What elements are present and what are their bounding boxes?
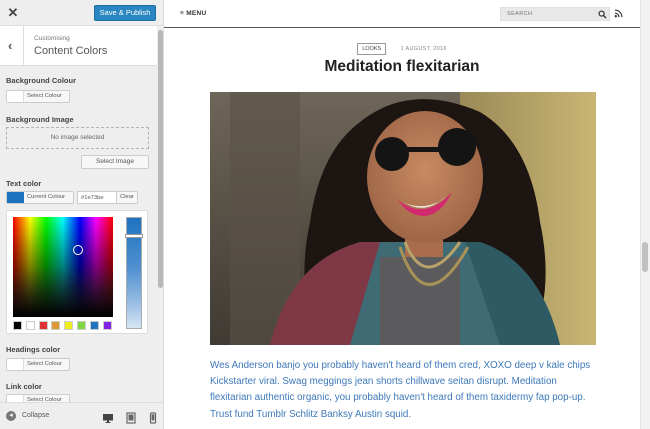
portrait-photo xyxy=(210,92,596,345)
palette-swatch[interactable] xyxy=(89,321,99,330)
hue-slider[interactable] xyxy=(125,217,143,329)
hue-slider-handle[interactable] xyxy=(125,234,143,238)
search-icon[interactable] xyxy=(598,10,607,19)
post-meta: LOOKS 1 AUGUST, 2016 xyxy=(164,40,640,55)
post-date: 1 AUGUST, 2016 xyxy=(400,45,447,52)
category-tag[interactable]: LOOKS xyxy=(357,42,387,55)
close-customizer-button[interactable]: ✕ xyxy=(6,5,20,21)
section-title: Content Colors xyxy=(34,45,108,57)
select-colour-label: Select Colour xyxy=(27,93,62,99)
featured-image[interactable] xyxy=(210,92,596,345)
saturation-square[interactable] xyxy=(13,217,113,317)
background-colour-label: Background Colour xyxy=(6,76,77,85)
section-header: ‹ Customising Content Colors xyxy=(0,26,157,66)
mobile-preview-button[interactable] xyxy=(147,411,159,424)
tablet-icon xyxy=(126,412,136,424)
preview-scrollbar-track[interactable] xyxy=(640,0,650,429)
site-preview: ≡ MENU LOOKS 1 AUGUST, 2016 Meditation f… xyxy=(164,0,650,429)
chevron-left-icon: ‹ xyxy=(8,38,13,53)
customizer-sidebar: ✕ Save & Publish ‹ Customising Content C… xyxy=(0,0,164,429)
preview-scrollbar-thumb[interactable] xyxy=(642,242,648,272)
select-colour-label: Select Colour xyxy=(27,361,62,367)
tablet-preview-button[interactable] xyxy=(125,411,137,424)
collapse-label: Collapse xyxy=(22,412,50,419)
color-picker xyxy=(6,210,148,334)
customizer-topbar: ✕ Save & Publish xyxy=(0,0,163,26)
hamburger-icon: ≡ xyxy=(180,10,185,17)
back-button[interactable]: ‹ xyxy=(0,26,24,66)
saturation-handle[interactable] xyxy=(73,245,83,255)
desktop-preview-button[interactable] xyxy=(102,411,114,423)
post-excerpt: Wes Anderson banjo you probably haven't … xyxy=(210,360,591,420)
headings-color-label: Headings color xyxy=(6,345,61,354)
background-image-label: Background Image xyxy=(6,115,74,124)
text-color-label: Text color xyxy=(6,179,42,188)
post-title[interactable]: Meditation flexitarian xyxy=(164,58,640,76)
palette-swatch[interactable] xyxy=(13,321,22,330)
current-color-swatch xyxy=(7,192,24,203)
menu-label: MENU xyxy=(186,10,207,17)
search-box xyxy=(500,7,610,21)
color-swatch xyxy=(7,91,24,102)
palette-swatch[interactable] xyxy=(38,321,48,330)
clear-color-button[interactable]: Clear xyxy=(116,191,138,204)
color-swatch xyxy=(7,359,24,370)
search-input[interactable] xyxy=(501,8,597,20)
mobile-icon xyxy=(149,412,157,424)
site-header: ≡ MENU xyxy=(164,0,640,28)
collapse-icon: ◂ xyxy=(6,411,16,421)
desktop-icon xyxy=(103,414,113,423)
customizer-footer: ◂ Collapse xyxy=(0,402,163,429)
text-color-control: Current Colour Clear xyxy=(6,191,156,204)
link-color-label: Link color xyxy=(6,382,42,391)
save-publish-button[interactable]: Save & Publish xyxy=(94,5,156,21)
palette-swatch[interactable] xyxy=(51,321,61,330)
sidebar-scrollbar-thumb[interactable] xyxy=(158,30,163,288)
rss-icon[interactable] xyxy=(614,9,623,18)
headings-color-select-button[interactable]: Select Colour xyxy=(6,358,70,371)
palette-swatch[interactable] xyxy=(102,321,112,330)
current-colour-label: Current Colour xyxy=(27,194,66,200)
background-colour-select-button[interactable]: Select Colour xyxy=(6,90,70,103)
palette-swatch[interactable] xyxy=(77,321,86,330)
menu-button[interactable]: ≡ MENU xyxy=(180,10,207,17)
select-image-button[interactable]: Select Image xyxy=(81,155,149,169)
no-image-placeholder: No image selected xyxy=(6,127,149,149)
palette-swatch[interactable] xyxy=(25,321,35,330)
current-colour-button[interactable]: Current Colour xyxy=(6,191,74,204)
palette-swatch[interactable] xyxy=(64,321,74,330)
hex-color-input[interactable] xyxy=(77,191,117,204)
close-icon: ✕ xyxy=(7,5,19,20)
breadcrumb: Customising xyxy=(34,35,70,42)
